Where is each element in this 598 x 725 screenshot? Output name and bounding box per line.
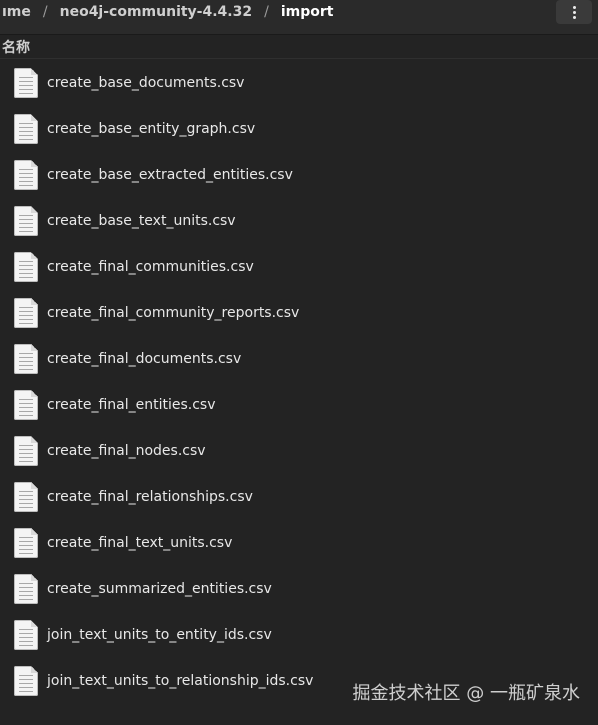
text-file-icon [14, 574, 38, 604]
path-bar: ıme / neo4j-community-4.4.32 / import [0, 0, 598, 35]
breadcrumb-separator: / [264, 4, 269, 20]
file-manager-window: ıme / neo4j-community-4.4.32 / import 名称… [0, 0, 598, 725]
name-column-label: 名称 [2, 40, 30, 56]
file-name: create_base_entity_graph.csv [47, 121, 256, 137]
file-list: create_base_documents.csv create_base_ent… [0, 60, 598, 704]
breadcrumb-home[interactable]: ıme [0, 4, 33, 20]
name-column-header[interactable]: 名称 [0, 36, 598, 59]
file-name: create_final_relationships.csv [47, 489, 253, 505]
text-file-icon [14, 390, 38, 420]
file-row[interactable]: create_base_extracted_entities.csv [0, 152, 598, 198]
text-file-icon [14, 114, 38, 144]
text-file-icon [14, 528, 38, 558]
file-name: create_final_community_reports.csv [47, 305, 300, 321]
file-row[interactable]: create_final_community_reports.csv [0, 290, 598, 336]
file-row[interactable]: create_final_documents.csv [0, 336, 598, 382]
file-row[interactable]: create_summarized_entities.csv [0, 566, 598, 612]
file-name: create_final_nodes.csv [47, 443, 206, 459]
text-file-icon [14, 68, 38, 98]
file-row[interactable]: create_base_documents.csv [0, 60, 598, 106]
breadcrumb-neo4j-folder[interactable]: neo4j-community-4.4.32 [58, 4, 255, 20]
breadcrumb: ıme / neo4j-community-4.4.32 / import [0, 0, 335, 24]
watermark-text: 掘金技术社区 @ 一瓶矿泉水 [352, 683, 580, 704]
file-name: create_base_text_units.csv [47, 213, 236, 229]
file-name: create_summarized_entities.csv [47, 581, 272, 597]
text-file-icon [14, 620, 38, 650]
text-file-icon [14, 436, 38, 466]
file-name: create_final_communities.csv [47, 259, 254, 275]
breadcrumb-separator: / [42, 4, 48, 20]
vertical-dots-icon [572, 5, 576, 19]
file-name: join_text_units_to_relationship_ids.csv [47, 673, 314, 689]
text-file-icon [14, 252, 38, 282]
text-file-icon [14, 298, 38, 328]
file-name: create_base_documents.csv [47, 75, 245, 91]
file-name: join_text_units_to_entity_ids.csv [47, 627, 272, 643]
breadcrumb-current-folder[interactable]: import [279, 4, 336, 20]
text-file-icon [14, 160, 38, 190]
file-row[interactable]: create_final_entities.csv [0, 382, 598, 428]
file-row[interactable]: join_text_units_to_entity_ids.csv [0, 612, 598, 658]
file-name: create_final_documents.csv [47, 351, 242, 367]
file-row[interactable]: create_base_entity_graph.csv [0, 106, 598, 152]
text-file-icon [14, 344, 38, 374]
file-name: create_final_text_units.csv [47, 535, 233, 551]
file-row[interactable]: create_final_relationships.csv [0, 474, 598, 520]
file-name: create_base_extracted_entities.csv [47, 167, 293, 183]
text-file-icon [14, 206, 38, 236]
file-row[interactable]: create_base_text_units.csv [0, 198, 598, 244]
text-file-icon [14, 482, 38, 512]
options-menu-button[interactable] [556, 0, 592, 24]
text-file-icon [14, 666, 38, 696]
file-row[interactable]: create_final_communities.csv [0, 244, 598, 290]
file-row[interactable]: create_final_text_units.csv [0, 520, 598, 566]
file-name: create_final_entities.csv [47, 397, 216, 413]
file-row[interactable]: create_final_nodes.csv [0, 428, 598, 474]
